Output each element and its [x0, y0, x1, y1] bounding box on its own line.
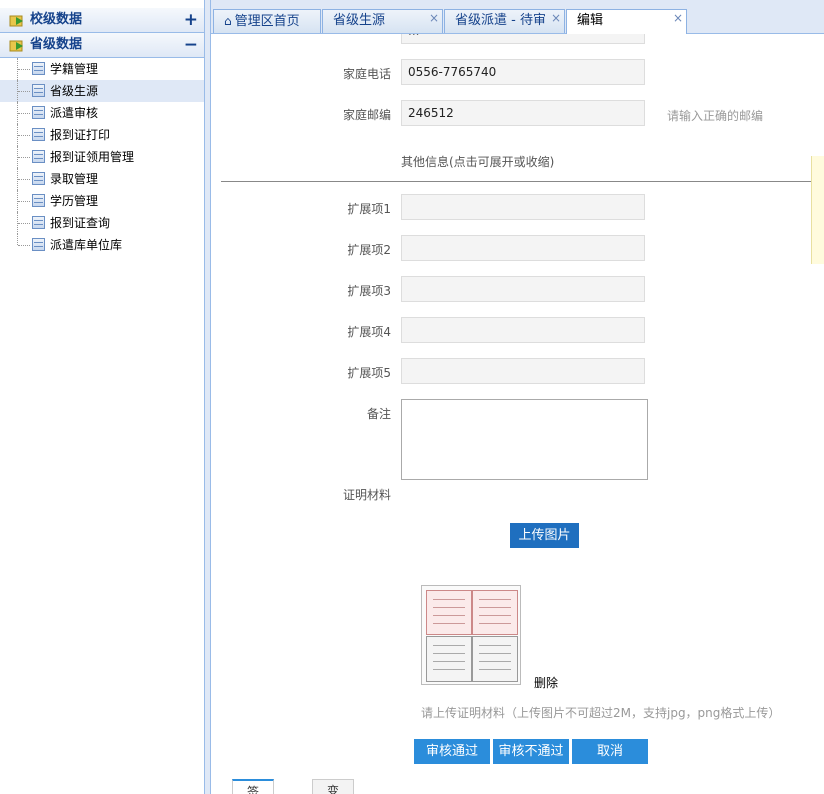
close-icon[interactable]: ×: [551, 7, 561, 29]
section-header-school-data[interactable]: 校级数据 +: [0, 8, 204, 33]
document-page-image: [426, 590, 472, 635]
side-panel-edge: [811, 156, 824, 264]
other-info-toggle[interactable]: 其他信息(点击可展开或收缩): [401, 153, 554, 170]
tab-provincial-dispatch-pending[interactable]: 省级派遣 - 待审 ×: [444, 9, 565, 33]
table-icon: [32, 238, 45, 251]
splitter[interactable]: [205, 0, 211, 794]
table-icon: [32, 84, 45, 97]
approve-button[interactable]: 审核通过: [414, 739, 490, 764]
tab-label: 省级派遣 - 待审: [455, 13, 546, 28]
section-header-province-data[interactable]: 省级数据 −: [0, 33, 204, 58]
home-phone-label: 家庭电话: [342, 67, 391, 81]
close-icon[interactable]: ×: [429, 7, 439, 29]
postcode-hint: 请输入正确的邮编: [667, 109, 764, 123]
tab-change-details[interactable]: 变更明细: [312, 779, 355, 794]
table-icon: [32, 150, 45, 163]
tab-provincial-source[interactable]: 省级生源 ×: [322, 9, 443, 33]
expand-icon[interactable]: +: [184, 8, 198, 32]
ext4-input[interactable]: [401, 317, 645, 343]
ext5-label: 扩展项5: [347, 366, 391, 380]
home-icon: ⌂: [224, 14, 232, 28]
sidebar-item-label: 派遣审核: [50, 106, 99, 120]
nav-tree: 学籍管理 省级生源 派遣审核 报到证打印 报到证领用管理 录取管理 学历管理 报…: [0, 58, 204, 256]
tab-signoff-records[interactable]: 签核记录: [232, 779, 275, 794]
tab-bar: ⌂ 管理区首页 省级生源 × 省级派遣 - 待审 × 编辑 ×: [211, 0, 824, 34]
sidebar-item-label: 学籍管理: [50, 62, 99, 76]
ext3-label: 扩展项3: [347, 284, 391, 298]
ext4-label: 扩展项4: [347, 325, 391, 339]
remark-textarea[interactable]: [401, 399, 648, 480]
ext2-label: 扩展项2: [347, 243, 391, 257]
table-icon: [32, 128, 45, 141]
ext2-input[interactable]: [401, 235, 645, 261]
document-page-image: [472, 590, 518, 635]
tab-admin-home[interactable]: ⌂ 管理区首页: [213, 9, 321, 33]
cancel-button[interactable]: 取消: [572, 739, 648, 764]
reject-button[interactable]: 审核不通过: [493, 739, 569, 764]
postcode-label: 家庭邮编: [342, 108, 391, 122]
collapse-icon[interactable]: −: [184, 33, 198, 57]
partial-top-field[interactable]: ...: [401, 34, 645, 44]
sidebar-item-label: 报到证打印: [50, 128, 111, 142]
table-icon: [32, 106, 45, 119]
proof-label: 证明材料: [342, 488, 391, 502]
remark-label: 备注: [366, 407, 391, 421]
table-icon: [32, 194, 45, 207]
tab-label: 管理区首页: [234, 14, 300, 29]
sidebar: 校级数据 + 省级数据 − 学籍管理 省级生源 派遣审核 报到证打印 报到证领用…: [0, 0, 205, 794]
ext5-input[interactable]: [401, 358, 645, 384]
folder-arrow-icon: [9, 40, 23, 52]
sidebar-item-label: 学历管理: [50, 194, 99, 208]
postcode-input[interactable]: [401, 100, 645, 126]
document-page-image: [426, 636, 472, 682]
upload-image-button[interactable]: 上传图片: [510, 523, 579, 548]
sidebar-item-label: 派遣库单位库: [50, 238, 123, 252]
sidebar-item-report-query[interactable]: 报到证查询: [0, 212, 204, 234]
section-title: 校级数据: [30, 12, 83, 27]
edit-form: ... 家庭电话 家庭邮编 请输入正确的邮编 其他信息(点击可展开或收缩) 扩展…: [212, 34, 824, 794]
sidebar-item-report-usage[interactable]: 报到证领用管理: [0, 146, 204, 168]
upload-hint: 请上传证明材料（上传图片不可超过2M，支持jpg，png格式上传）: [421, 706, 781, 720]
sidebar-item-label: 省级生源: [50, 84, 99, 98]
sidebar-item-label: 报到证查询: [50, 216, 111, 230]
ext3-input[interactable]: [401, 276, 645, 302]
sidebar-item-label: 录取管理: [50, 172, 99, 186]
sidebar-item-report-print[interactable]: 报到证打印: [0, 124, 204, 146]
delete-link[interactable]: 删除: [534, 674, 558, 691]
folder-arrow-icon: [9, 15, 23, 27]
divider: [221, 181, 824, 182]
table-icon: [32, 216, 45, 229]
sidebar-item-student-records[interactable]: 学籍管理: [0, 58, 204, 80]
sidebar-item-label: 报到证领用管理: [50, 150, 135, 164]
table-icon: [32, 62, 45, 75]
ext1-label: 扩展项1: [347, 202, 391, 216]
sidebar-item-provincial-source[interactable]: 省级生源: [0, 80, 204, 102]
home-phone-input[interactable]: [401, 59, 645, 85]
proof-thumbnail[interactable]: [421, 585, 521, 685]
sidebar-item-admission[interactable]: 录取管理: [0, 168, 204, 190]
section-title: 省级数据: [30, 37, 83, 52]
ext1-input[interactable]: [401, 194, 645, 220]
close-icon[interactable]: ×: [673, 7, 683, 29]
sidebar-item-education[interactable]: 学历管理: [0, 190, 204, 212]
document-page-image: [472, 636, 518, 682]
sidebar-item-dispatch-review[interactable]: 派遣审核: [0, 102, 204, 124]
tab-label: 编辑: [577, 13, 604, 28]
table-icon: [32, 172, 45, 185]
tab-label: 省级生源: [333, 13, 386, 28]
tab-edit[interactable]: 编辑 ×: [566, 9, 687, 34]
sidebar-item-dispatch-unit-db[interactable]: 派遣库单位库: [0, 234, 204, 256]
